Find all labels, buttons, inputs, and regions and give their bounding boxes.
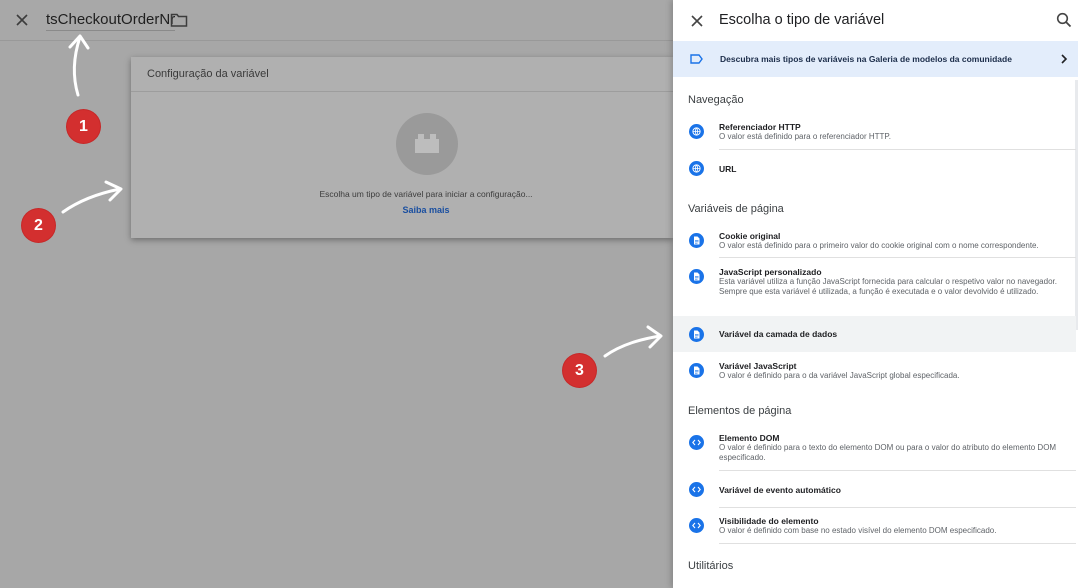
code-icon	[689, 518, 704, 533]
section-navigation: Navegação	[688, 94, 744, 106]
item-title: Referenciador HTTP	[719, 122, 801, 132]
item-title: Elemento DOM	[719, 433, 780, 443]
document-icon	[689, 233, 704, 248]
item-description: Esta variável utiliza a função JavaScrip…	[719, 277, 1057, 297]
list-item-element-visibility[interactable]: Visibilidade do elemento O valor é defin…	[673, 507, 1076, 544]
close-icon[interactable]	[688, 12, 706, 30]
variable-name-field[interactable]: tsCheckoutOrderNr	[46, 11, 176, 31]
item-description: O valor está definido para o primeiro va…	[719, 241, 1039, 250]
brick-icon	[415, 134, 439, 153]
list-item-cookie[interactable]: Cookie original O valor está definido pa…	[673, 222, 1076, 258]
item-description: O valor é definido para o texto do eleme…	[719, 443, 1057, 463]
item-title: JavaScript personalizado	[719, 267, 822, 277]
list-item-dom-element[interactable]: Elemento DOM O valor é definido para o t…	[673, 424, 1076, 471]
item-title: Variável JavaScript	[719, 361, 797, 371]
document-icon	[689, 363, 704, 378]
document-icon	[689, 327, 704, 342]
variable-configuration-card[interactable]: Configuração da variável Escolha um tipo…	[131, 57, 673, 238]
section-utilities: Utilitários	[688, 560, 734, 572]
close-icon[interactable]	[12, 10, 32, 30]
banner-text: Descubra mais tipos de variáveis na Gale…	[720, 54, 1012, 64]
annotation-arrow-3	[603, 325, 663, 358]
list-item-http-referrer[interactable]: Referenciador HTTP O valor está definido…	[673, 113, 1076, 150]
search-icon[interactable]	[1056, 12, 1072, 28]
config-card-title: Configuração da variável	[131, 57, 673, 92]
community-gallery-banner[interactable]: Descubra mais tipos de variáveis na Gale…	[673, 41, 1078, 77]
item-description: O valor é definido com base no estado vi…	[719, 526, 997, 535]
globe-icon	[689, 161, 704, 176]
item-title: Variável da camada de dados	[719, 329, 838, 339]
list-item-javascript-variable[interactable]: Variável JavaScript O valor é definido p…	[673, 352, 1076, 389]
annotation-badge-1: 1	[67, 110, 100, 143]
folder-icon[interactable]	[170, 12, 188, 28]
item-title: Cookie original	[719, 231, 781, 241]
divider	[719, 543, 1076, 544]
section-page-elements: Elementos de página	[688, 405, 792, 417]
document-icon	[689, 269, 704, 284]
globe-icon	[689, 124, 704, 139]
item-title: URL	[719, 164, 737, 174]
section-page-variables: Variáveis de página	[688, 203, 784, 215]
label-icon	[690, 54, 703, 64]
panel-header: Escolha o tipo de variável	[673, 0, 1078, 41]
learn-more-link[interactable]: Saiba mais	[131, 205, 721, 215]
list-item-datalayer-variable[interactable]: Variável da camada de dados	[673, 316, 1076, 352]
list-item-auto-event-variable[interactable]: Variável de evento automático	[673, 471, 1076, 508]
chevron-right-icon	[1061, 54, 1068, 64]
config-hint-text: Escolha um tipo de variável para iniciar…	[319, 189, 533, 199]
item-title: Variável de evento automático	[719, 485, 841, 495]
variable-type-placeholder[interactable]	[396, 113, 458, 175]
annotation-badge-3: 3	[563, 354, 596, 387]
annotation-arrow-2	[61, 180, 123, 214]
annotation-arrow-1	[68, 34, 90, 97]
list-item-url[interactable]: URL	[673, 150, 1076, 186]
item-title: Visibilidade do elemento	[719, 516, 819, 526]
code-icon	[689, 482, 704, 497]
list-item-custom-javascript[interactable]: JavaScript personalizado Esta variável u…	[673, 258, 1076, 315]
panel-title: Escolha o tipo de variável	[719, 12, 885, 28]
item-description: O valor é definido para o da variável Ja…	[719, 371, 960, 380]
item-description: O valor está definido para o referenciad…	[719, 132, 891, 141]
code-icon	[689, 435, 704, 450]
variable-type-panel: Escolha o tipo de variável Descubra mais…	[673, 0, 1078, 588]
annotation-badge-2: 2	[22, 209, 55, 242]
